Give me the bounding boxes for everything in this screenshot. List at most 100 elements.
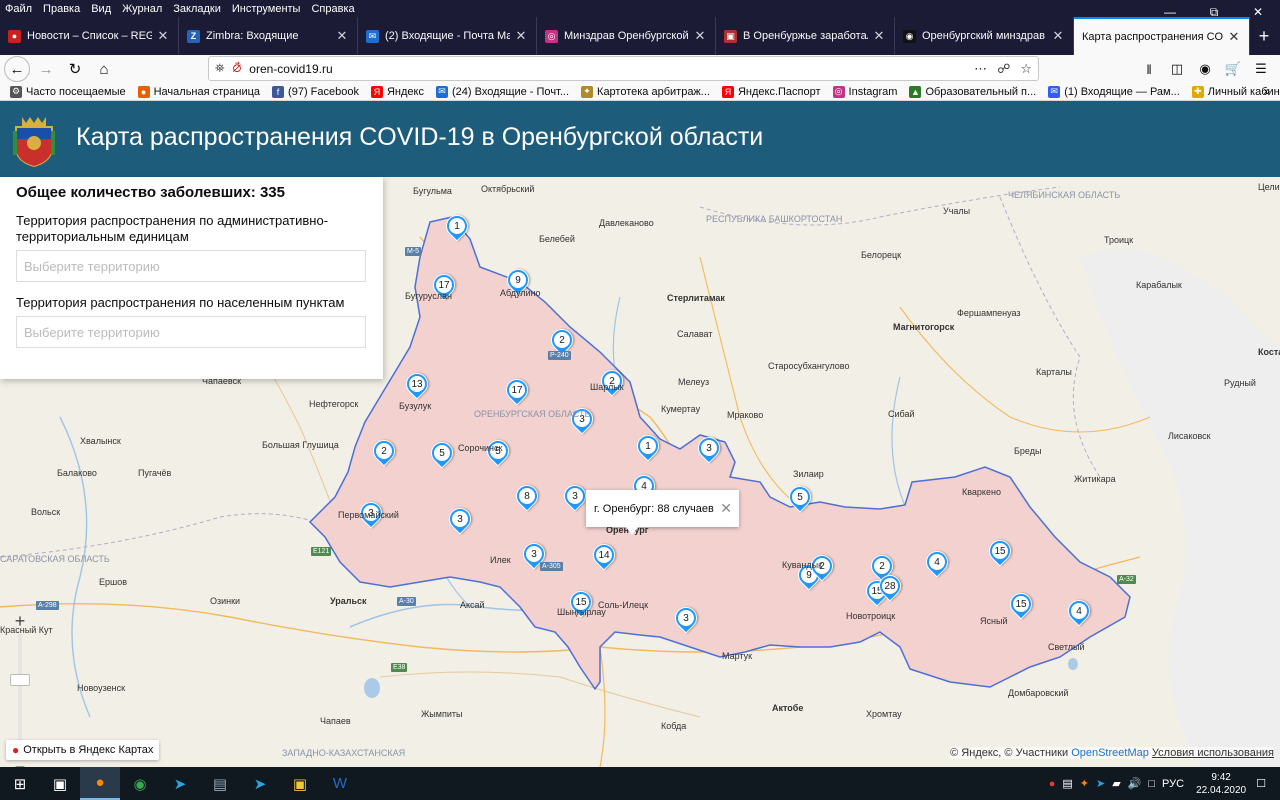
- tab-close-icon[interactable]: ✕: [1051, 28, 1065, 44]
- home-icon[interactable]: ⌂: [91, 56, 117, 82]
- case-marker[interactable]: 8: [511, 480, 543, 515]
- url-bar[interactable]: ⛯ ⦳ oren-covid19.ru ⋯ ☍ ☆: [208, 56, 1039, 81]
- task-view-icon[interactable]: ▣: [40, 767, 80, 800]
- word-icon[interactable]: W: [320, 767, 360, 800]
- zoom-in-icon[interactable]: +: [7, 610, 33, 632]
- browser-tab[interactable]: Z Zimbra: Входящие ✕: [179, 17, 358, 55]
- page-actions-icon[interactable]: ⋯: [974, 61, 987, 77]
- zoom-slider[interactable]: [10, 634, 30, 754]
- menu-item[interactable]: Инструменты: [227, 3, 307, 15]
- windows-start-icon[interactable]: ⊞: [0, 767, 40, 800]
- zoom-slider-thumb[interactable]: [10, 674, 30, 686]
- menu-item[interactable]: Вид: [86, 3, 117, 15]
- language-indicator[interactable]: РУС: [1162, 778, 1184, 790]
- new-tab-icon[interactable]: +: [1250, 17, 1278, 55]
- tray-app-icon[interactable]: ●: [1049, 778, 1056, 790]
- volume-icon[interactable]: 🔊: [1128, 777, 1142, 790]
- bookmark-item[interactable]: ✉ (1) Входящие — Рам...: [1048, 85, 1180, 98]
- menu-item[interactable]: Закладки: [168, 3, 227, 15]
- menu-item[interactable]: Справка: [306, 3, 360, 15]
- case-count: 8: [519, 488, 535, 504]
- back-icon[interactable]: ←: [4, 56, 30, 82]
- case-marker[interactable]: 28: [874, 570, 906, 605]
- browser-tab[interactable]: ◎ Минздрав Оренбургской об ✕: [537, 17, 716, 55]
- case-marker[interactable]: 3: [693, 432, 725, 467]
- tab-close-icon[interactable]: ✕: [872, 28, 886, 44]
- browser-tab[interactable]: ◉ Оренбургский минздрав за ✕: [895, 17, 1074, 55]
- clock-time: 9:42: [1211, 771, 1231, 783]
- city-label: Бугульма: [413, 186, 452, 196]
- bookmark-star-icon[interactable]: ☆: [1020, 61, 1032, 77]
- browser-tab[interactable]: Карта распространения COVID ✕: [1074, 17, 1250, 55]
- tab-close-icon[interactable]: ✕: [514, 28, 528, 44]
- bookmark-item[interactable]: Я Яндекс.Паспорт: [721, 85, 821, 98]
- bookmark-item[interactable]: ✉ (24) Входящие - Почт...: [435, 85, 569, 98]
- tab-close-icon[interactable]: ✕: [693, 28, 707, 44]
- sidebar-icon[interactable]: ◫: [1164, 56, 1190, 82]
- telegram-tray-icon[interactable]: ➤: [1096, 777, 1105, 790]
- pocket-icon[interactable]: ☍: [997, 61, 1010, 77]
- case-marker[interactable]: 1: [632, 430, 664, 465]
- cart-icon[interactable]: 🛒: [1220, 56, 1246, 82]
- notifications-icon[interactable]: ☐: [1256, 777, 1266, 790]
- case-marker[interactable]: 1: [441, 210, 473, 245]
- menu-item[interactable]: Файл: [0, 3, 38, 15]
- case-marker[interactable]: 3: [444, 503, 476, 538]
- terms-link[interactable]: Условия использования: [1152, 747, 1274, 759]
- telegram-desktop-icon[interactable]: ➤: [240, 767, 280, 800]
- tab-close-icon[interactable]: ✕: [156, 28, 170, 44]
- library-icon[interactable]: ‖: [1136, 56, 1162, 82]
- territory-select[interactable]: Выберите территорию: [16, 250, 366, 282]
- tray-app-icon[interactable]: ▤: [1062, 777, 1072, 790]
- account-icon[interactable]: ◉: [1192, 56, 1218, 82]
- clock[interactable]: 9:42 22.04.2020: [1196, 771, 1246, 797]
- forward-icon[interactable]: →: [33, 56, 59, 82]
- case-marker[interactable]: 5: [784, 481, 816, 516]
- tooltip-close-icon[interactable]: ✕: [720, 500, 732, 517]
- osm-link[interactable]: OpenStreetMap: [1071, 747, 1149, 759]
- case-marker[interactable]: 15: [1005, 588, 1037, 623]
- case-marker[interactable]: 2: [368, 435, 400, 470]
- city-label: Ясный: [980, 616, 1008, 626]
- browser-tab[interactable]: ▣ В Оренбуржье заработала ✕: [716, 17, 895, 55]
- tab-close-icon[interactable]: ✕: [1227, 29, 1241, 45]
- city-label: Целинный: [1258, 182, 1280, 192]
- bookmark-item[interactable]: ◎ Instagram: [832, 85, 897, 98]
- chat-icon[interactable]: □: [1148, 778, 1155, 790]
- tab-close-icon[interactable]: ✕: [335, 28, 349, 44]
- network-icon[interactable]: ▰: [1112, 777, 1120, 790]
- browser-tab[interactable]: ● Новости – Список – REGNUM ✕: [0, 17, 179, 55]
- shield-icon[interactable]: ⛯: [215, 61, 225, 76]
- bookmark-item[interactable]: ✦ Картотека арбитраж...: [581, 85, 710, 98]
- tray-app-icon[interactable]: ✦: [1080, 777, 1089, 790]
- chrome-icon[interactable]: ◉: [120, 767, 160, 800]
- browser-tab[interactable]: ✉ (2) Входящие - Почта Mail.ru ✕: [358, 17, 537, 55]
- bookmark-item[interactable]: ▲ Образовательный п...: [909, 85, 1036, 98]
- reload-icon[interactable]: ↻: [62, 56, 88, 82]
- firefox-icon[interactable]: ●: [80, 767, 120, 800]
- case-marker[interactable]: 4: [921, 546, 953, 581]
- settlements-select[interactable]: Выберите территорию: [16, 316, 366, 348]
- telegram-icon[interactable]: ➤: [160, 767, 200, 800]
- bookmark-item[interactable]: ⚙ Часто посещаемые: [10, 85, 126, 98]
- bookmarks-overflow-icon[interactable]: »: [1263, 84, 1270, 98]
- bookmark-item[interactable]: Я Яндекс: [370, 85, 424, 98]
- case-marker[interactable]: 14: [588, 539, 620, 574]
- bookmark-item[interactable]: f (97) Facebook: [272, 85, 359, 98]
- case-marker[interactable]: 3: [670, 602, 702, 637]
- menu-item[interactable]: Правка: [38, 3, 86, 15]
- open-in-yandex-maps-button[interactable]: ● Открыть в Яндекс Картах: [6, 740, 160, 760]
- document-app-icon[interactable]: ▤: [200, 767, 240, 800]
- case-marker[interactable]: 3: [559, 480, 591, 515]
- case-marker[interactable]: 5: [426, 437, 458, 472]
- case-marker[interactable]: 17: [501, 374, 533, 409]
- hamburger-menu-icon[interactable]: ☰: [1248, 56, 1274, 82]
- bookmark-item[interactable]: ● Начальная страница: [137, 85, 260, 98]
- menu-item[interactable]: Журнал: [117, 3, 168, 15]
- case-marker[interactable]: 13: [401, 368, 433, 403]
- site-permissions-icon[interactable]: ⦳: [233, 61, 242, 76]
- case-marker[interactable]: 4: [1063, 595, 1095, 630]
- case-marker[interactable]: 15: [984, 535, 1016, 570]
- file-explorer-icon[interactable]: ▣: [280, 767, 320, 800]
- url-text[interactable]: oren-covid19.ru: [249, 62, 964, 76]
